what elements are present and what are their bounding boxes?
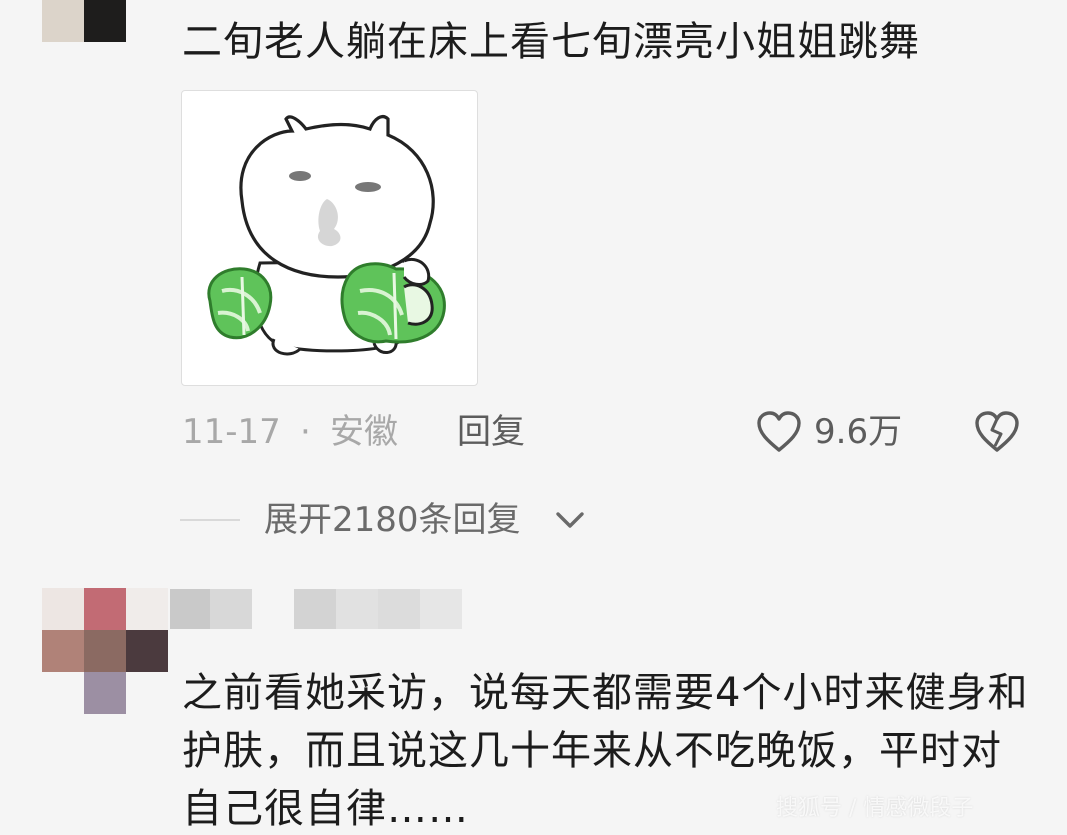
- broken-heart-icon: [975, 411, 1019, 452]
- reply-button[interactable]: 回复: [457, 405, 525, 459]
- user-tag-blurred: [294, 589, 462, 629]
- meta-separator: ·: [300, 412, 311, 452]
- watermark: 搜狐号 / 情感微段子: [776, 796, 974, 821]
- like-count: 9.6万: [814, 412, 903, 452]
- divider-line: [180, 519, 240, 521]
- avatar[interactable]: [42, 0, 126, 42]
- avatar[interactable]: [42, 588, 168, 714]
- sticker-image[interactable]: [181, 90, 478, 386]
- cat-holding-cabbage-icon: [207, 115, 446, 356]
- comment-text: 二旬老人躺在床上看七旬漂亮小姐姐跳舞: [182, 19, 920, 65]
- comment-location: 安徽: [330, 412, 398, 452]
- comment-feed: 二旬老人躺在床上看七旬漂亮小姐姐跳舞 11-17 · 安徽 回复 9.6万 展开…: [0, 0, 1067, 835]
- expand-replies-button[interactable]: 展开2180条回复: [180, 493, 620, 547]
- comment-date: 11-17: [182, 412, 281, 452]
- like-button[interactable]: 9.6万: [756, 405, 916, 459]
- dislike-button[interactable]: [974, 405, 1024, 459]
- chevron-down-icon: [556, 512, 584, 528]
- username-blurred[interactable]: [170, 589, 252, 629]
- expand-replies-label: 展开2180条回复: [264, 500, 521, 540]
- heart-outline-icon: [757, 411, 801, 452]
- comment-meta-row: 11-17 · 安徽 回复 9.6万: [182, 405, 1042, 459]
